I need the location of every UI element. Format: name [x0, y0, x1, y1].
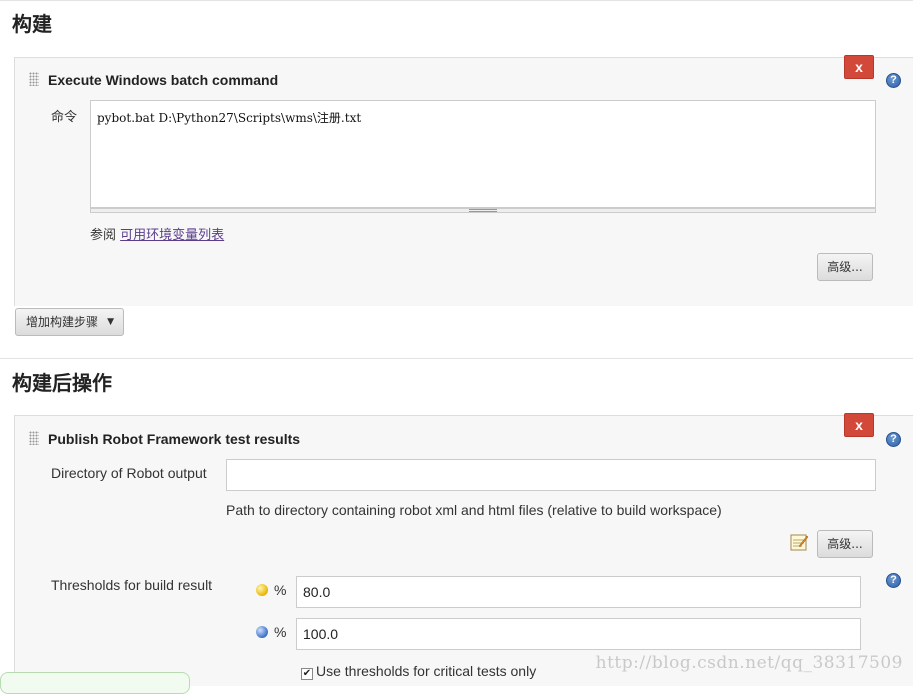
thresholds-label: Thresholds for build result [51, 577, 213, 593]
post-build-step-title: Publish Robot Framework test results [48, 431, 301, 447]
command-label: 命令 [51, 110, 78, 125]
dropdown-caret-icon: ▼ [107, 317, 114, 327]
build-step-panel: Execute Windows batch command x ? 命令 pyb… [14, 55, 913, 306]
build-section-title: 构建 [12, 12, 52, 36]
robot-output-dir-label: Directory of Robot output [51, 465, 207, 481]
delete-build-step-button[interactable]: x [844, 55, 874, 79]
build-step-title: Execute Windows batch command [48, 72, 279, 88]
critical-only-checkbox[interactable]: ✔ [301, 668, 313, 680]
advanced-button[interactable]: 高级... [817, 530, 873, 558]
env-hint: 参阅 可用环境变量列表 [90, 224, 224, 243]
unstable-yellow-ball-icon [256, 584, 268, 596]
drag-handle-icon[interactable] [29, 431, 39, 445]
robot-output-dir-input[interactable] [226, 459, 876, 491]
build-section-header: 构建 [0, 0, 913, 58]
critical-only-label: Use thresholds for critical tests only [316, 663, 537, 679]
partial-green-banner [0, 672, 190, 694]
grip-icon [469, 209, 497, 212]
post-build-step-panel: Publish Robot Framework test results x ?… [14, 413, 913, 686]
post-build-section-header: 构建后操作 [0, 358, 913, 416]
see-prefix: 参阅 [90, 228, 117, 243]
unstable-threshold-input[interactable]: 80.0 [296, 576, 861, 608]
post-build-section-title: 构建后操作 [12, 371, 112, 395]
advanced-button[interactable]: 高级... [817, 253, 873, 281]
notepad-icon[interactable] [789, 532, 809, 552]
thresholds-help-icon[interactable]: ? [886, 573, 901, 588]
add-build-step-button[interactable]: 增加构建步骤 ▼ [15, 308, 124, 336]
help-icon[interactable]: ? [886, 432, 901, 447]
add-build-step-label: 增加构建步骤 [26, 315, 99, 329]
unstable-pct-label: % [274, 582, 287, 598]
delete-post-build-step-button[interactable]: x [844, 413, 874, 437]
pass-pct-label: % [274, 624, 287, 640]
success-blue-ball-icon [256, 626, 268, 638]
command-textarea[interactable]: pybot.bat D:\Python27\Scripts\wms\注册.txt [90, 100, 876, 208]
help-icon[interactable]: ? [886, 73, 901, 88]
env-vars-link[interactable]: 可用环境变量列表 [120, 228, 224, 243]
pass-threshold-input[interactable]: 100.0 [296, 618, 861, 650]
watermark: http://blog.csdn.net/qq_38317509 [595, 653, 903, 673]
drag-handle-icon[interactable] [29, 72, 39, 86]
robot-output-dir-hint: Path to directory containing robot xml a… [226, 502, 722, 518]
textarea-resize-handle[interactable] [90, 208, 876, 213]
